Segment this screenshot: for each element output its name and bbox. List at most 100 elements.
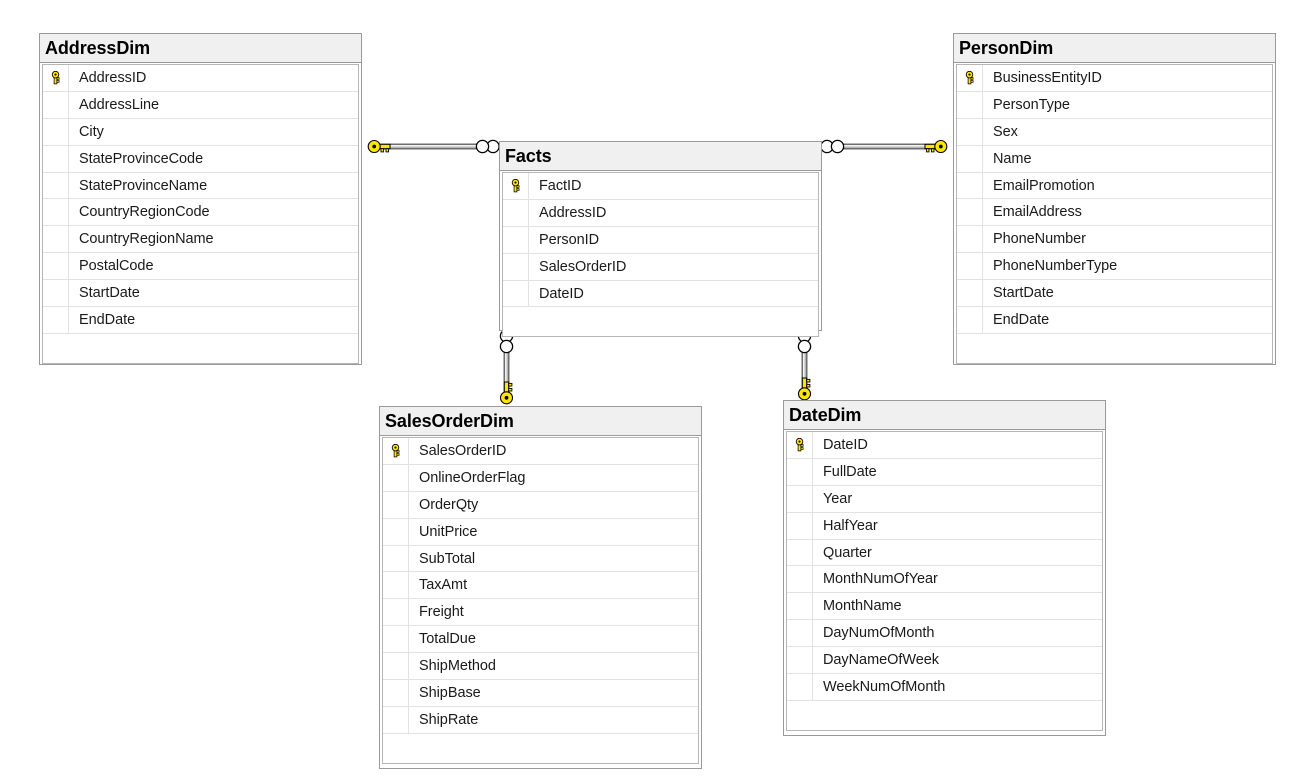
field-row[interactable]: HalfYear	[787, 512, 1102, 540]
field-name: SalesOrderID	[419, 442, 507, 459]
field-row[interactable]: Name	[957, 145, 1272, 173]
field-gutter	[383, 680, 409, 706]
field-gutter	[503, 280, 529, 307]
field-row[interactable]: CountryRegionName	[43, 226, 358, 254]
field-row[interactable]: SubTotal	[383, 545, 698, 573]
entity-table-person-dim[interactable]: PersonDim BusinessEntityID PersonType Sex Na…	[953, 33, 1276, 365]
field-name: DateID	[539, 285, 584, 302]
field-row[interactable]: Freight	[383, 599, 698, 627]
field-row[interactable]: SalesOrderID	[383, 438, 698, 465]
one-key-icon	[499, 381, 514, 405]
pk-gutter	[43, 65, 69, 91]
relationship-person-facts[interactable]	[820, 139, 948, 154]
field-gutter	[787, 593, 813, 620]
field-row[interactable]: StartDate	[957, 280, 1272, 308]
field-gutter	[383, 626, 409, 653]
field-gutter	[383, 599, 409, 626]
field-row[interactable]: DayNumOfMonth	[787, 620, 1102, 648]
field-name: WeekNumOfMonth	[823, 678, 946, 695]
field-gutter	[957, 280, 983, 307]
field-gutter	[787, 566, 813, 593]
empty-field-row[interactable]	[787, 700, 1102, 731]
field-row[interactable]: WeekNumOfMonth	[787, 674, 1102, 701]
field-gutter	[957, 226, 983, 253]
field-row[interactable]: DateID	[787, 432, 1102, 459]
field-row[interactable]: PersonID	[503, 226, 818, 254]
relationship-date-facts[interactable]	[797, 329, 812, 401]
one-key-icon	[924, 139, 948, 154]
table-title: PersonDim	[954, 34, 1275, 63]
field-row[interactable]: StateProvinceCode	[43, 145, 358, 173]
field-row[interactable]: TaxAmt	[383, 572, 698, 600]
field-row[interactable]: AddressID	[503, 199, 818, 227]
field-gutter	[957, 307, 983, 333]
field-row[interactable]: PhoneNumberType	[957, 253, 1272, 281]
field-gutter	[383, 653, 409, 680]
field-name: UnitPrice	[419, 523, 478, 540]
field-row[interactable]: SalesOrderID	[503, 253, 818, 281]
relationship-address-facts[interactable]	[367, 139, 500, 154]
field-gutter	[43, 307, 69, 333]
field-row[interactable]: EndDate	[43, 307, 358, 334]
field-row[interactable]: CountryRegionCode	[43, 199, 358, 227]
field-name: StateProvinceName	[79, 177, 208, 194]
field-row[interactable]: AddressID	[43, 65, 358, 92]
field-row[interactable]: PostalCode	[43, 253, 358, 281]
field-row[interactable]: FactID	[503, 173, 818, 200]
empty-field-row[interactable]	[43, 333, 358, 364]
field-row[interactable]: City	[43, 118, 358, 146]
field-row[interactable]: PersonType	[957, 91, 1272, 119]
empty-field-row[interactable]	[503, 307, 818, 338]
field-row[interactable]: EmailAddress	[957, 199, 1272, 227]
field-name: Name	[993, 150, 1032, 167]
field-row[interactable]: FullDate	[787, 458, 1102, 486]
field-row[interactable]: AddressLine	[43, 91, 358, 119]
field-row[interactable]: ShipMethod	[383, 653, 698, 681]
table-title: SalesOrderDim	[380, 407, 701, 436]
relationship-salesorder-facts[interactable]	[499, 329, 514, 405]
entity-table-sales-order-dim[interactable]: SalesOrderDim SalesOrderID OnlineOrderFlag…	[379, 406, 702, 769]
field-row[interactable]: Sex	[957, 118, 1272, 146]
field-gutter	[383, 518, 409, 545]
field-row[interactable]: MonthName	[787, 593, 1102, 621]
field-row[interactable]: EndDate	[957, 307, 1272, 334]
entity-table-facts[interactable]: Facts FactID AddressID PersonID SalesOrderID…	[499, 141, 822, 338]
field-gutter	[787, 485, 813, 512]
field-gutter	[503, 199, 529, 226]
field-name: BusinessEntityID	[993, 69, 1102, 86]
field-name: TaxAmt	[419, 577, 468, 594]
field-row[interactable]: BusinessEntityID	[957, 65, 1272, 92]
field-name: CountryRegionCode	[79, 204, 210, 221]
field-name: AddressLine	[79, 96, 160, 113]
field-row[interactable]: Year	[787, 485, 1102, 513]
empty-field-row[interactable]	[383, 733, 698, 764]
field-name: Year	[823, 490, 853, 507]
field-row[interactable]: DateID	[503, 280, 818, 308]
field-row[interactable]: OnlineOrderFlag	[383, 464, 698, 492]
field-row[interactable]: StartDate	[43, 280, 358, 308]
field-row[interactable]: StateProvinceName	[43, 172, 358, 200]
diagram-canvas: Facts (horizontal, key at left) --> Pers…	[0, 0, 1310, 778]
field-gutter	[43, 280, 69, 307]
empty-field-row[interactable]	[957, 333, 1272, 364]
field-name: EndDate	[993, 311, 1050, 328]
field-row[interactable]: DayNameOfWeek	[787, 647, 1102, 675]
field-row[interactable]: TotalDue	[383, 626, 698, 654]
field-name: PhoneNumber	[993, 231, 1086, 248]
field-row[interactable]: PhoneNumber	[957, 226, 1272, 254]
entity-table-date-dim[interactable]: DateDim DateID FullDate Year HalfYear Quarter…	[783, 400, 1106, 736]
field-row[interactable]: OrderQty	[383, 491, 698, 519]
field-name: OrderQty	[419, 496, 479, 513]
field-gutter	[43, 172, 69, 199]
field-row[interactable]: ShipBase	[383, 680, 698, 707]
field-name: ShipBase	[419, 684, 481, 701]
field-row[interactable]: MonthNumOfYear	[787, 566, 1102, 594]
field-name: City	[79, 123, 104, 140]
field-row[interactable]: ShipRate	[383, 706, 698, 734]
field-row[interactable]: EmailPromotion	[957, 172, 1272, 200]
entity-table-address-dim[interactable]: AddressDim AddressID AddressLine City StateP…	[39, 33, 362, 365]
field-list: SalesOrderID OnlineOrderFlag OrderQty UnitP…	[382, 437, 699, 764]
field-name: SubTotal	[419, 550, 476, 567]
field-row[interactable]: Quarter	[787, 539, 1102, 567]
field-row[interactable]: UnitPrice	[383, 518, 698, 546]
